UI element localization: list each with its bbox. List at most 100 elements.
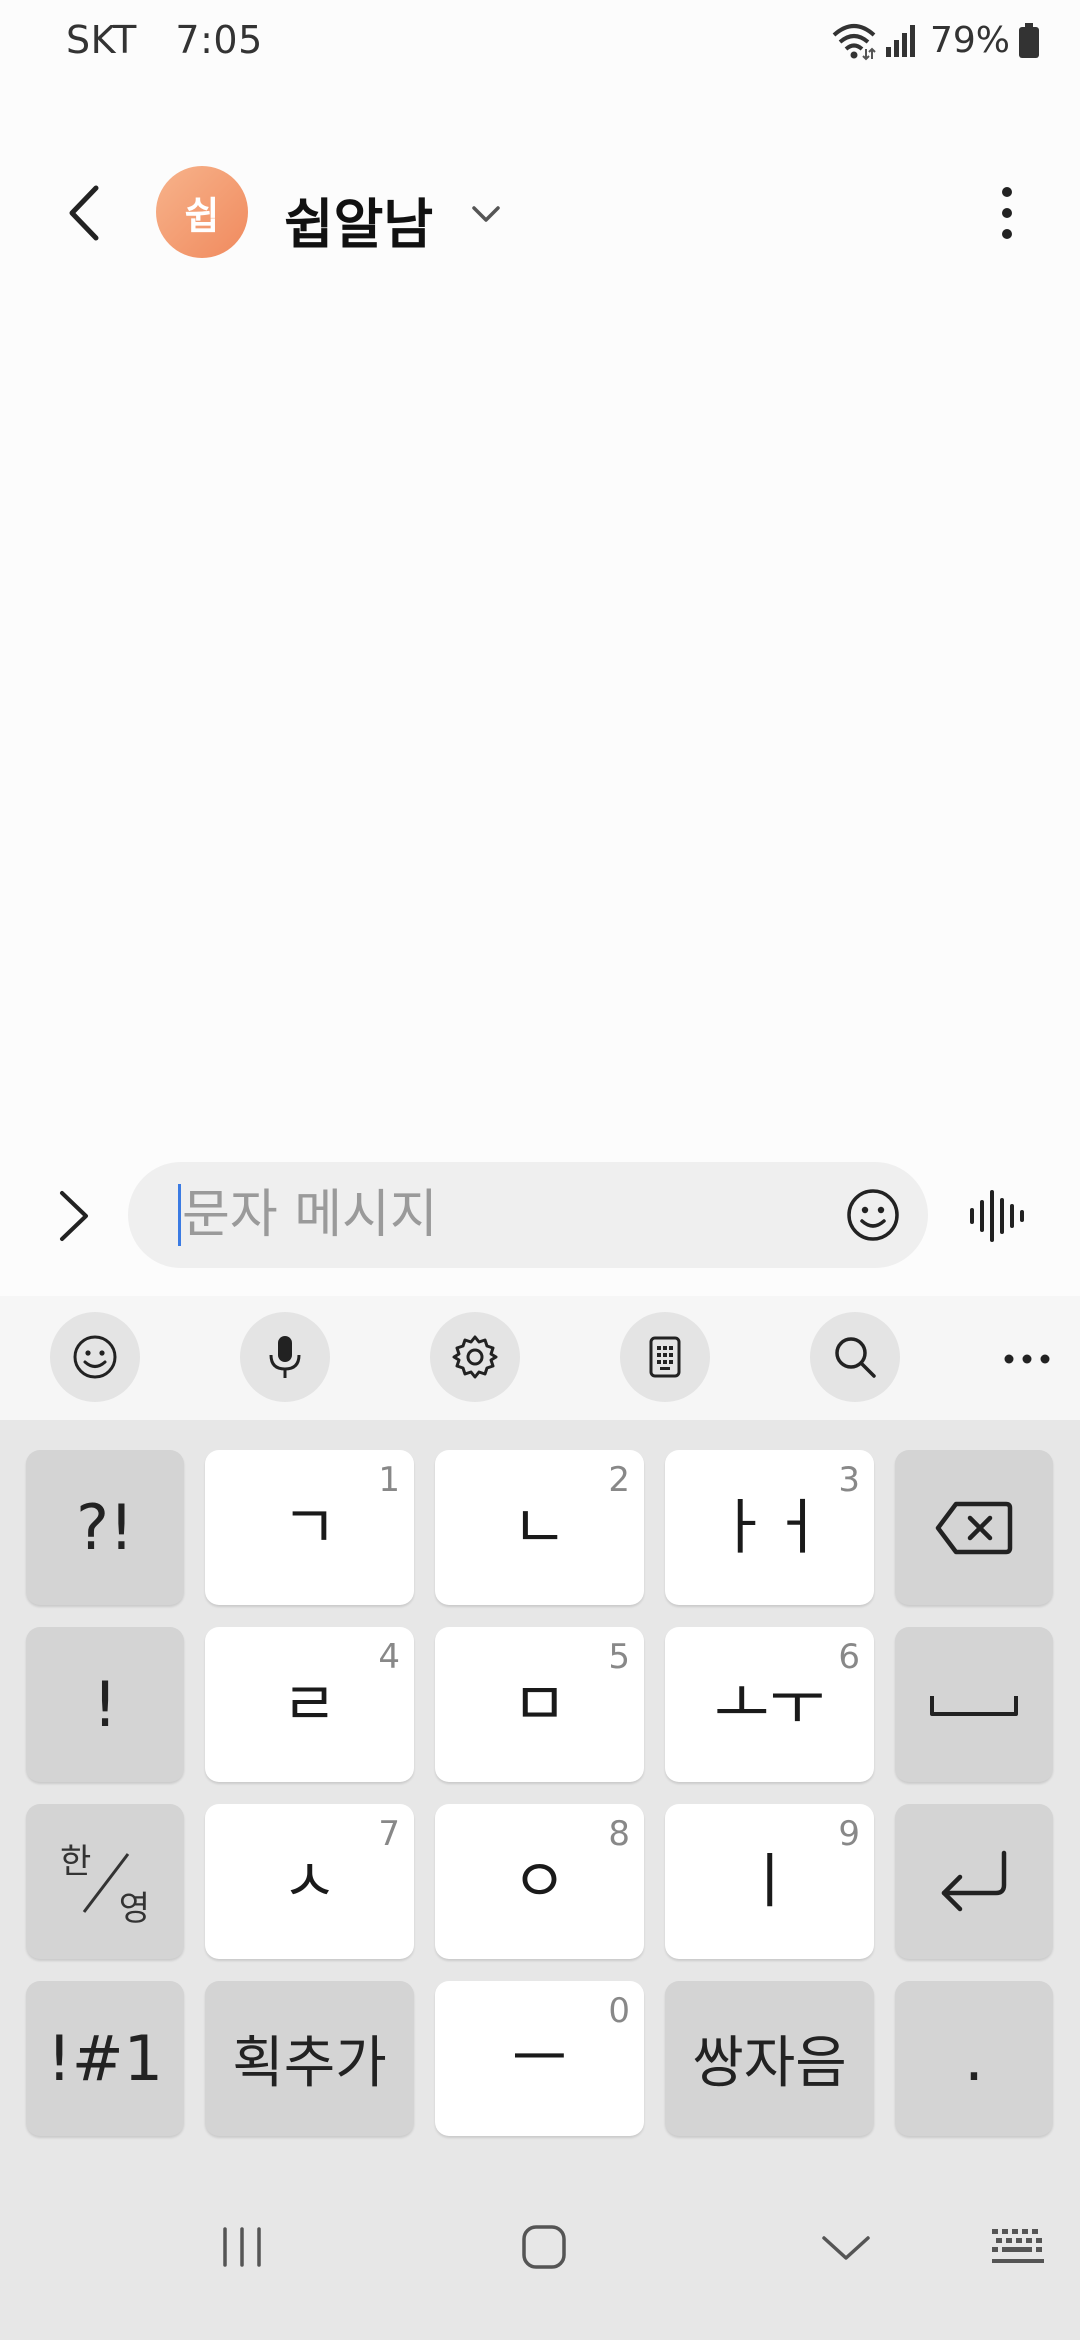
key-number: 1 — [378, 1460, 400, 1500]
key-rieul[interactable]: ㄹ 4 — [205, 1627, 414, 1782]
carrier-label: SKT — [66, 18, 137, 62]
expand-attachments-button[interactable] — [48, 1185, 100, 1247]
key-label: ㄴ — [511, 1492, 568, 1563]
recent-apps-button[interactable] — [202, 2217, 282, 2277]
back-button[interactable] — [54, 178, 124, 248]
clipboard-icon — [649, 1336, 681, 1378]
message-input[interactable]: 문자 메시지 — [128, 1162, 928, 1268]
key-ieung[interactable]: ㅇ 8 — [435, 1804, 644, 1959]
key-label: ! — [92, 1668, 118, 1741]
key-label: 획추가 — [232, 2031, 387, 2096]
toolbar-voice-input-button[interactable] — [240, 1312, 330, 1402]
key-label: ㅇ — [511, 1846, 568, 1917]
toolbar-search-button[interactable] — [810, 1312, 900, 1402]
keyboard-switch-button[interactable] — [978, 2217, 1058, 2277]
keyboard: ?! ㄱ 1 ㄴ 2 ㅏㅓ 3 ! ㄹ 4 ㅁ 5 ㅗㅜ 6 한 영 ㅅ 7 ㅇ… — [0, 1420, 1080, 2155]
key-symbols[interactable]: !#1 — [26, 1981, 184, 2136]
key-number: 4 — [378, 1637, 400, 1677]
keyboard-toolbar — [0, 1296, 1080, 1420]
key-number: 0 — [608, 1991, 630, 2031]
key-number: 8 — [608, 1814, 630, 1854]
key-i[interactable]: ㅣ 9 — [665, 1804, 874, 1959]
key-number: 6 — [838, 1637, 860, 1677]
toolbar-emoji-button[interactable] — [50, 1312, 140, 1402]
back-chevron-icon — [822, 2236, 870, 2260]
settings-gear-icon — [452, 1335, 498, 1379]
key-period[interactable]: . — [895, 1981, 1053, 2136]
back-arrow-icon — [69, 185, 99, 241]
text-cursor — [178, 1184, 181, 1246]
more-vertical-icon — [1002, 187, 1012, 239]
recent-apps-icon — [223, 2227, 261, 2267]
microphone-icon — [269, 1336, 301, 1378]
toolbar-clipboard-button[interactable] — [620, 1312, 710, 1402]
space-icon — [930, 1695, 1018, 1716]
key-label: ㅁ — [511, 1669, 568, 1740]
key-exclamation[interactable]: ! — [26, 1627, 184, 1782]
navigation-bar — [0, 2155, 1080, 2340]
status-left: SKT 7:05 — [66, 18, 263, 62]
contact-name[interactable]: 쉽알남 — [284, 180, 433, 259]
home-icon — [522, 2225, 566, 2269]
signal-icon — [884, 23, 918, 59]
status-bar: SKT 7:05 79% — [0, 0, 1080, 84]
key-number: 7 — [378, 1814, 400, 1854]
key-label: ?! — [76, 1491, 134, 1564]
toolbar-more-button[interactable] — [1000, 1332, 1054, 1386]
voice-record-button[interactable] — [966, 1186, 1030, 1246]
key-number: 2 — [608, 1460, 630, 1500]
avatar[interactable]: 쉽 — [156, 166, 248, 258]
backspace-icon — [935, 1501, 1013, 1554]
search-icon — [835, 1337, 876, 1378]
key-space[interactable] — [895, 1627, 1053, 1782]
message-placeholder: 문자 메시지 — [182, 1185, 438, 1245]
key-label: ㅡ — [511, 2023, 568, 2094]
enter-icon — [941, 1850, 1007, 1911]
avatar-initial: 쉽 — [184, 193, 220, 238]
key-enter[interactable] — [895, 1804, 1053, 1959]
keyboard-icon — [992, 2229, 1044, 2263]
key-label-english: 영 — [118, 1888, 150, 1929]
key-mieum[interactable]: ㅁ 5 — [435, 1627, 644, 1782]
clock: 7:05 — [175, 18, 263, 62]
key-o-u[interactable]: ㅗㅜ 6 — [665, 1627, 874, 1782]
key-double-consonant[interactable]: 쌍자음 — [665, 1981, 874, 2136]
key-label: . — [964, 2022, 984, 2095]
wifi-icon — [830, 21, 878, 61]
emoji-icon — [73, 1335, 117, 1379]
key-number: 3 — [838, 1460, 860, 1500]
key-a-eo[interactable]: ㅏㅓ 3 — [665, 1450, 874, 1605]
key-number: 5 — [608, 1637, 630, 1677]
key-label: ㄱ — [281, 1492, 338, 1563]
language-toggle-label: 한 영 — [60, 1832, 150, 1932]
key-label: ㅏㅓ — [714, 1492, 825, 1563]
key-label: ㄹ — [281, 1669, 338, 1740]
battery-icon — [1018, 22, 1040, 59]
key-label: ㅣ — [741, 1846, 798, 1917]
chevron-down-icon[interactable] — [466, 194, 506, 234]
emoji-icon[interactable] — [844, 1186, 902, 1244]
key-label: !#1 — [46, 2022, 164, 2095]
more-options-button[interactable] — [972, 178, 1042, 248]
key-label: ㅅ — [281, 1846, 338, 1917]
key-language-toggle[interactable]: 한 영 — [26, 1804, 184, 1959]
key-siot[interactable]: ㅅ 7 — [205, 1804, 414, 1959]
voice-waveform-icon — [970, 1190, 1024, 1242]
toolbar-settings-button[interactable] — [430, 1312, 520, 1402]
home-button[interactable] — [504, 2217, 584, 2277]
key-number: 9 — [838, 1814, 860, 1854]
battery-percent: 79% — [929, 20, 1010, 61]
back-nav-button[interactable] — [806, 2217, 886, 2277]
more-horizontal-icon — [1004, 1354, 1050, 1364]
status-right: 79% — [830, 20, 1040, 61]
key-giyeok[interactable]: ㄱ 1 — [205, 1450, 414, 1605]
key-add-stroke[interactable]: 획추가 — [205, 1981, 414, 2136]
key-eu[interactable]: ㅡ 0 — [435, 1981, 644, 2136]
conversation-header: 쉽 쉽알남 — [0, 150, 1080, 274]
key-label: 쌍자음 — [692, 2031, 847, 2096]
key-punctuation[interactable]: ?! — [26, 1450, 184, 1605]
chevron-right-icon — [60, 1191, 88, 1241]
key-label: ㅗㅜ — [714, 1669, 825, 1740]
key-backspace[interactable] — [895, 1450, 1053, 1605]
key-nieun[interactable]: ㄴ 2 — [435, 1450, 644, 1605]
